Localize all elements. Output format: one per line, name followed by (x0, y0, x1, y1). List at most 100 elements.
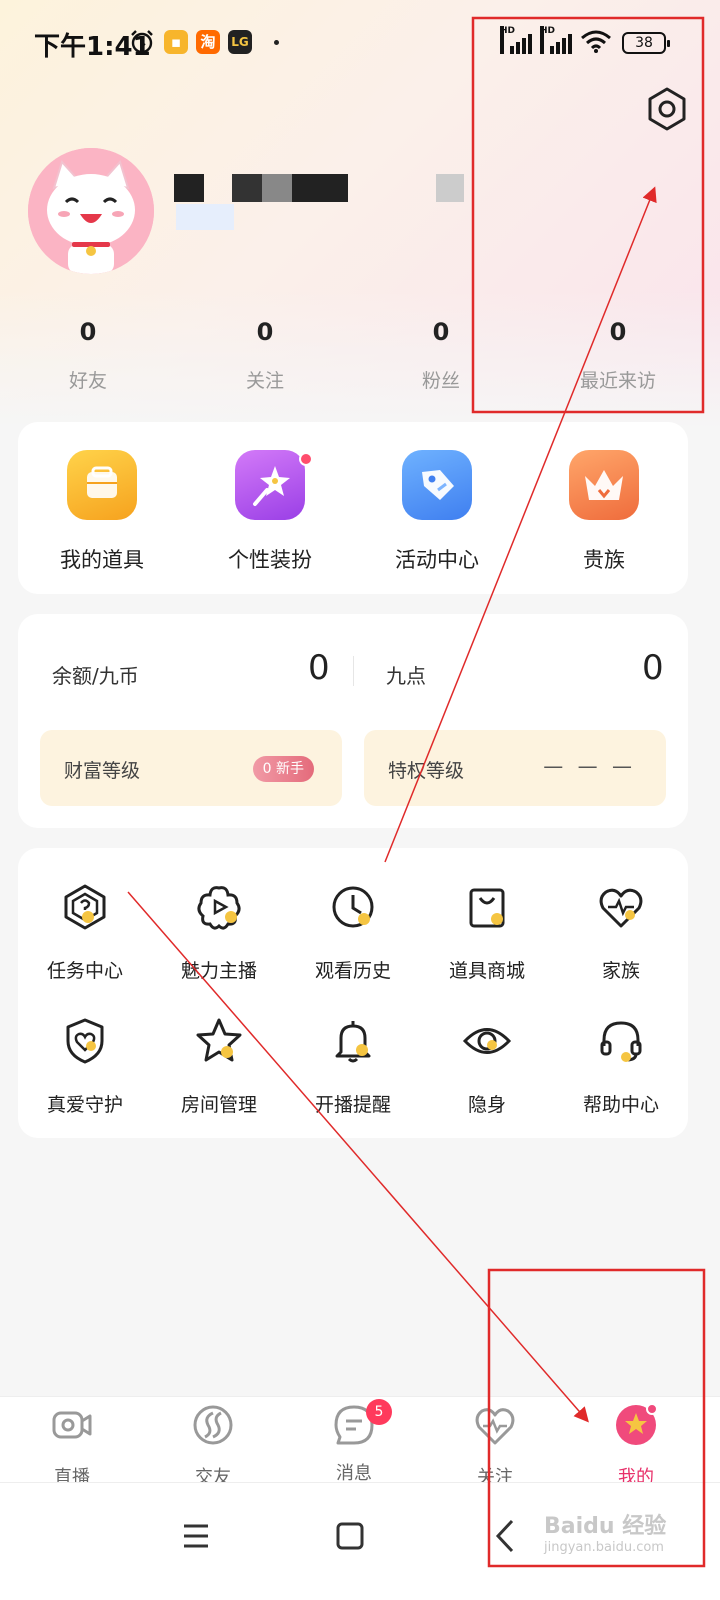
grid-label: 道具商城 (448, 960, 525, 982)
stat-value: 0 (79, 318, 97, 346)
user-tag-mosaic (176, 204, 234, 230)
stat-following[interactable]: 0 关注 (195, 318, 335, 393)
quick-label: 我的道具 (60, 548, 144, 572)
wealth-level[interactable]: 财富等级 0 新手 (40, 730, 342, 806)
stat-fans[interactable]: 0 粉丝 (371, 318, 511, 393)
wealth-level-label: 财富等级 (64, 760, 141, 782)
alarm-icon (131, 30, 153, 54)
grid-item-true-love-guard[interactable]: 真爱守护 (18, 1016, 152, 1117)
nav-tab-make-friends[interactable]: 交友 (141, 1403, 285, 1489)
grid-label: 真爱守护 (46, 1094, 123, 1116)
points-value[interactable]: 0 (642, 648, 664, 688)
quick-item-activity-center[interactable]: 活动中心 (353, 450, 521, 574)
shopping-bag-icon (469, 888, 505, 928)
grid-item-help-center[interactable]: 帮助中心 (554, 1016, 688, 1117)
privilege-level-label: 特权等级 (388, 760, 465, 782)
cat-avatar-icon (28, 148, 154, 274)
app-lg-icon: LG (228, 30, 252, 54)
signal-1-icon: HD (500, 26, 534, 54)
camera-icon (52, 1411, 92, 1439)
grid-item-family[interactable]: 家族 (554, 882, 688, 983)
stat-value: 0 (432, 318, 450, 346)
quick-item-nobility[interactable]: 贵族 (520, 450, 688, 574)
username-mosaic (262, 174, 292, 202)
clock-icon (332, 886, 374, 928)
quick-item-costume[interactable]: 个性装扮 (186, 450, 354, 574)
grid-item-live-reminder[interactable]: 开播提醒 (286, 1016, 420, 1117)
avatar[interactable] (28, 148, 154, 274)
stat-value: 0 (609, 318, 627, 346)
magic-wand-icon (253, 466, 290, 506)
star-icon (196, 1018, 242, 1062)
stat-friends[interactable]: 0 好友 (18, 318, 158, 393)
grid-label: 帮助中心 (582, 1094, 659, 1116)
username-mosaic (436, 174, 464, 202)
stat-value: 0 (256, 318, 274, 346)
grid-item-room-management[interactable]: 房间管理 (152, 1016, 286, 1117)
privilege-level-value: — — — (543, 754, 636, 778)
signal-2-icon: HD (540, 26, 574, 54)
balance-value[interactable]: 0 (308, 648, 330, 688)
settings-gear-icon[interactable] (644, 86, 690, 132)
swirl-icon (193, 1405, 233, 1445)
stat-recent-visitors[interactable]: 0 最近来访 (548, 318, 688, 393)
stat-label: 最近来访 (579, 370, 656, 392)
grid-item-prop-store[interactable]: 道具商城 (420, 882, 554, 983)
quick-label: 活动中心 (395, 548, 479, 572)
grid-item-task-center[interactable]: 任务中心 (18, 882, 152, 983)
tag-icon (422, 470, 454, 500)
heart-pulse-icon (599, 888, 643, 928)
grid-item-invisible[interactable]: 隐身 (420, 1016, 554, 1117)
baidu-watermark-url: jingyan.baidu.com (544, 1540, 664, 1555)
home-icon[interactable] (320, 1511, 380, 1561)
username-mosaic (232, 174, 262, 202)
quick-label: 贵族 (583, 548, 625, 572)
grid-label: 任务中心 (46, 960, 123, 982)
more-notifications-dot (274, 40, 279, 45)
shield-heart-icon (66, 1018, 104, 1064)
toolbox-icon (87, 466, 117, 498)
stat-label: 关注 (245, 370, 284, 392)
quick-actions-card: 我的道具 个性装扮 活动中心 贵族 (18, 422, 688, 594)
grid-label: 开播提醒 (314, 1094, 391, 1116)
grid-label: 房间管理 (180, 1094, 257, 1116)
grid-label: 观看历史 (314, 960, 391, 982)
grid-item-charm-anchor[interactable]: 魅力主播 (152, 882, 286, 983)
quick-label: 个性装扮 (228, 548, 312, 572)
baidu-watermark: Baidu 经验 (544, 1514, 667, 1539)
bottom-nav: 直播 交友 5 消息 关注 我的 (0, 1396, 720, 1488)
notes-icon: ▪ (164, 30, 188, 54)
username-mosaic (174, 174, 204, 202)
heart-icon (475, 1408, 515, 1445)
quick-item-my-props[interactable]: 我的道具 (18, 450, 186, 574)
points-label[interactable]: 九点 (386, 660, 426, 689)
new-dot (299, 452, 313, 466)
nav-tab-live[interactable]: 直播 (0, 1403, 144, 1489)
menu-icon[interactable] (166, 1511, 226, 1561)
status-bar: 下午1:41 ▪ 淘 LG HD HD 38 (0, 0, 720, 84)
privilege-level[interactable]: 特权等级 — — — (364, 730, 666, 806)
profile-stats: 0 好友 0 关注 0 粉丝 0 最近来访 (0, 318, 720, 398)
nav-tab-mine[interactable]: 我的 (564, 1403, 708, 1489)
back-icon[interactable] (474, 1511, 534, 1561)
profile-star-icon (616, 1403, 658, 1445)
username-mosaic (292, 174, 348, 202)
balance-label[interactable]: 余额/九币 (52, 660, 139, 689)
grid-label: 家族 (601, 960, 640, 982)
nav-tab-messages[interactable]: 5 消息 (282, 1399, 426, 1485)
eye-icon (462, 1028, 512, 1054)
wifi-icon (581, 30, 611, 53)
grid-label: 魅力主播 (180, 960, 257, 982)
grid-label: 隐身 (467, 1094, 506, 1116)
flower-play-icon (197, 886, 241, 930)
unread-badge: 5 (366, 1399, 392, 1425)
stat-label: 好友 (68, 370, 107, 392)
headset-icon (600, 1021, 642, 1062)
nav-tab-follow[interactable]: 关注 (423, 1403, 567, 1489)
divider (353, 656, 354, 686)
stat-label: 粉丝 (421, 370, 460, 392)
battery-indicator: 38 (622, 32, 670, 54)
grid-item-watch-history[interactable]: 观看历史 (286, 882, 420, 983)
wallet-card: 余额/九币 0 九点 0 财富等级 0 新手 特权等级 — — — (18, 614, 688, 828)
task-hexagon-icon (64, 884, 106, 930)
